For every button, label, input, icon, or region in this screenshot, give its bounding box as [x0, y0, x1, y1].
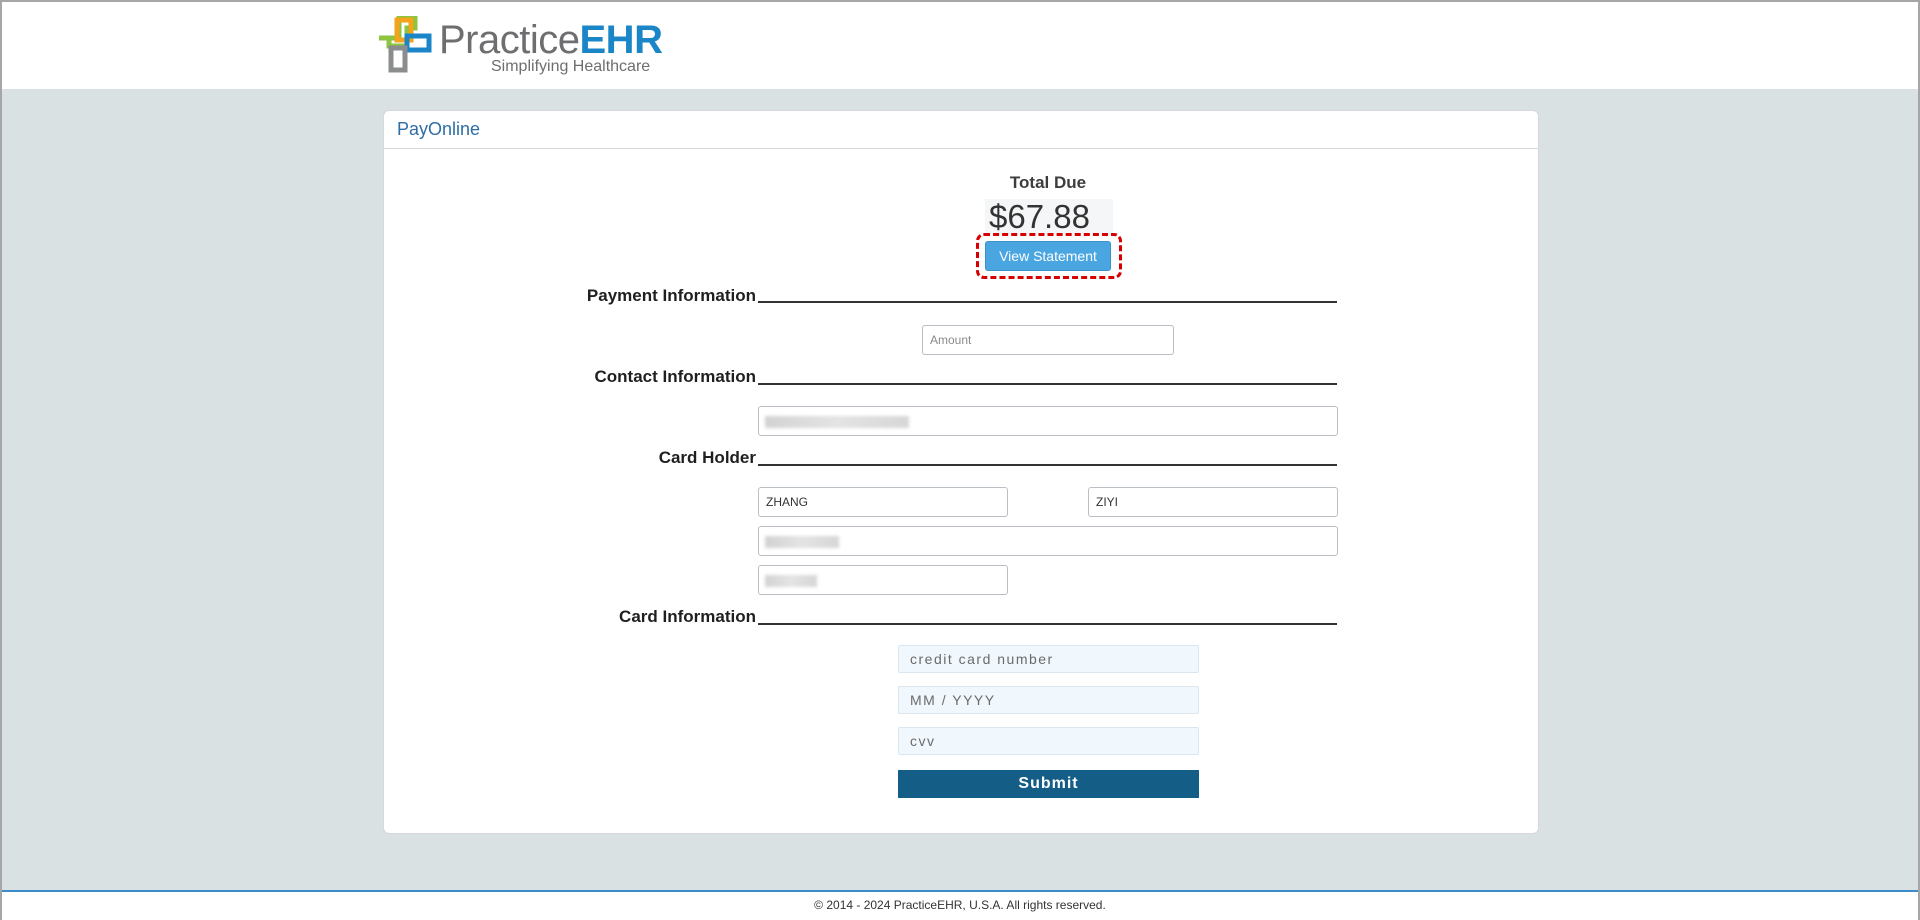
submit-button[interactable]: Submit	[898, 770, 1199, 798]
last-name-input[interactable]: ZHANG	[758, 487, 1008, 517]
section-payment-information: Payment Information	[586, 286, 756, 305]
amount-input[interactable]: Amount	[922, 325, 1174, 355]
total-due-amount: $67.88	[985, 199, 1113, 235]
brand-tagline: Simplifying Healthcare	[491, 58, 651, 75]
redacted-value	[765, 575, 817, 587]
card-number-input[interactable]: credit card number	[898, 645, 1199, 673]
zip-input[interactable]	[758, 565, 1008, 595]
first-name-input[interactable]: ZIYI	[1088, 487, 1338, 517]
email-input[interactable]	[758, 406, 1338, 436]
section-card-holder: Card Holder	[658, 448, 756, 467]
payonline-panel: PayOnline	[383, 110, 1539, 834]
cvv-input[interactable]: cvv	[898, 727, 1199, 755]
total-due-label: Total Due	[1009, 173, 1087, 192]
cross-logo-icon	[379, 16, 432, 73]
section-divider	[758, 383, 1337, 385]
practiceehr-logo[interactable]: PracticeEHR Simplifying Healthcare	[377, 16, 663, 76]
address-input[interactable]	[758, 526, 1338, 556]
section-divider	[758, 301, 1337, 303]
section-card-information: Card Information	[619, 607, 756, 626]
copyright-text: © 2014 - 2024 PracticeEHR, U.S.A. All ri…	[814, 898, 1106, 912]
section-divider	[758, 464, 1337, 466]
panel-title: PayOnline	[384, 111, 1538, 149]
section-contact-information: Contact Information	[594, 367, 757, 386]
brand-wordmark: PracticeEHR	[439, 18, 663, 62]
page-footer: © 2014 - 2024 PracticeEHR, U.S.A. All ri…	[2, 890, 1918, 920]
section-divider	[758, 623, 1337, 625]
app-header: PracticeEHR Simplifying Healthcare	[2, 2, 1918, 89]
redacted-value	[765, 416, 909, 428]
redacted-value	[765, 536, 839, 548]
expiry-input[interactable]: MM / YYYY	[898, 686, 1199, 714]
view-statement-button[interactable]: View Statement	[985, 241, 1111, 271]
